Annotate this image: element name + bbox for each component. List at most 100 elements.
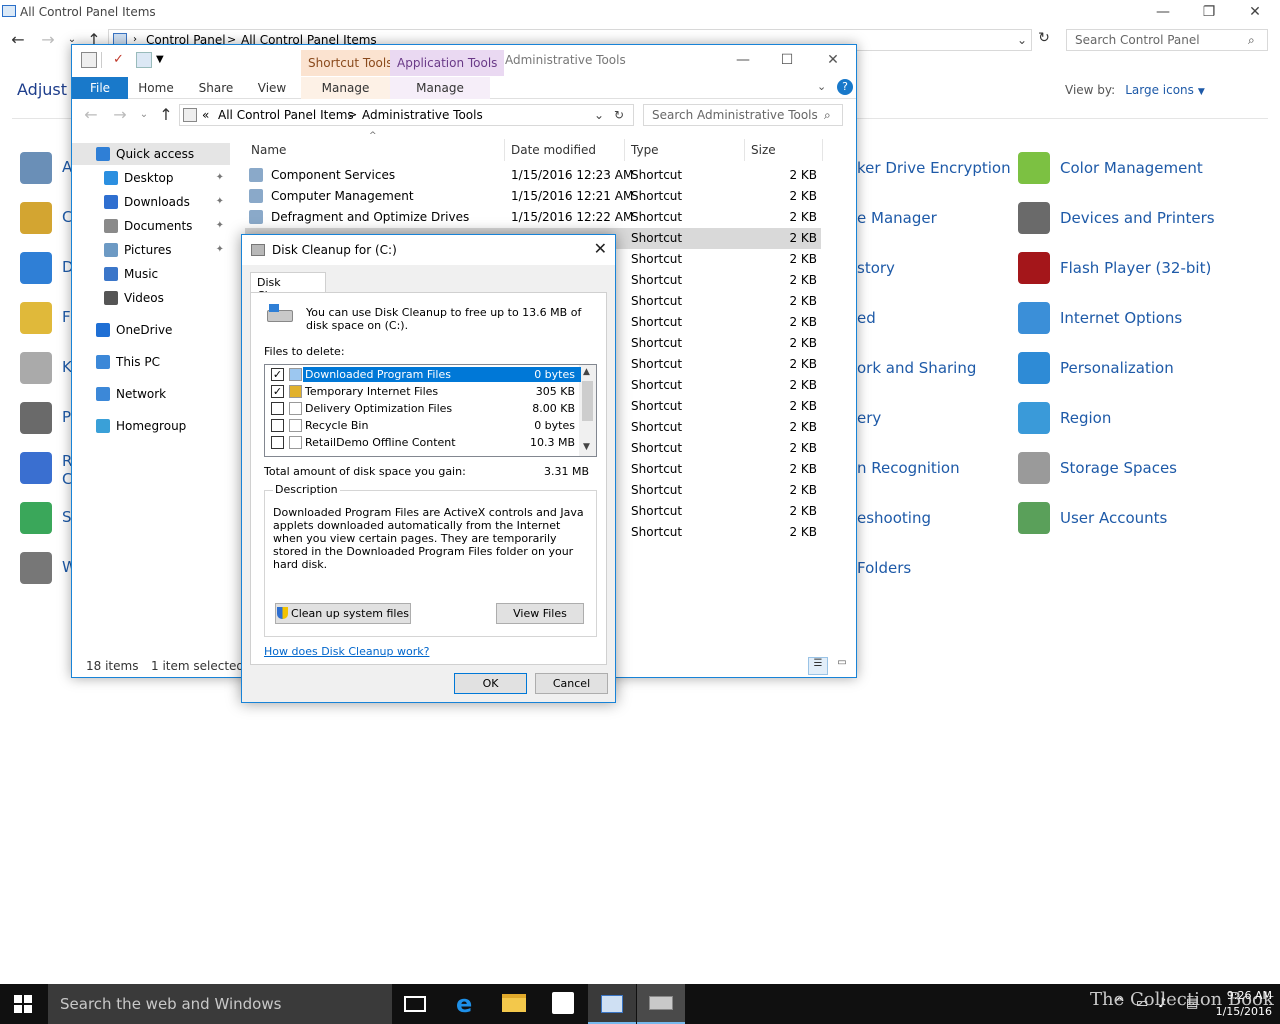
large-icons-view-icon[interactable]: ▭ <box>832 657 852 675</box>
cp-middle-item[interactable]: ork and Sharing <box>857 350 976 386</box>
task-view-icon[interactable] <box>404 996 426 1012</box>
address-segment-admin-tools[interactable]: Administrative Tools <box>362 108 483 122</box>
explorer-back-icon[interactable]: ← <box>81 105 101 124</box>
help-icon[interactable]: ? <box>837 79 853 95</box>
store-icon[interactable] <box>552 992 574 1014</box>
clean-up-system-files-button[interactable]: Clean up system files <box>275 603 411 624</box>
nav-item-videos[interactable]: Videos <box>72 287 230 309</box>
nav-item-downloads[interactable]: Downloads ✦ <box>72 191 230 213</box>
column-size[interactable]: Size <box>745 139 823 161</box>
cleanup-file-row[interactable]: Delivery Optimization Files 8.00 KB <box>265 400 581 417</box>
properties-icon[interactable] <box>81 52 97 68</box>
cleanup-file-row[interactable]: Recycle Bin 0 bytes <box>265 417 581 434</box>
address-dropdown-icon[interactable]: ⌄ <box>1017 33 1027 47</box>
nav-item-desktop[interactable]: Desktop ✦ <box>72 167 230 189</box>
checkbox-unchecked[interactable] <box>271 402 284 415</box>
back-arrow-icon[interactable]: ← <box>8 30 28 49</box>
cp-item-flash-player-32-bit-[interactable]: Flash Player (32-bit) <box>1018 250 1211 286</box>
cleanup-file-row[interactable]: ✓ Downloaded Program Files 0 bytes <box>265 366 581 383</box>
address-segment-all-items[interactable]: All Control Panel Items <box>218 108 354 122</box>
nav-item-network[interactable]: Network <box>72 383 230 405</box>
pin-icon[interactable]: ✦ <box>216 244 224 255</box>
system-clock[interactable]: 9:26 AM 1/15/2016 <box>1216 988 1272 1020</box>
disk-cleanup-help-link[interactable]: How does Disk Cleanup work? <box>264 645 429 658</box>
view-files-button[interactable]: View Files <box>496 603 584 624</box>
qat-dropdown-icon[interactable]: ▼ <box>156 54 172 70</box>
explorer-minimize-button[interactable]: — <box>720 48 766 72</box>
forward-arrow-icon[interactable]: → <box>38 30 58 49</box>
column-type[interactable]: Type <box>625 139 745 161</box>
ribbon-tab-manage-application[interactable]: Manage <box>390 77 490 99</box>
cp-item-region[interactable]: Region <box>1018 400 1111 436</box>
explorer-search-input[interactable]: Search Administrative Tools <box>643 104 843 126</box>
ribbon-tab-home[interactable]: Home <box>134 77 178 99</box>
new-folder-icon[interactable] <box>136 52 152 68</box>
application-tools-tab[interactable]: Application Tools <box>390 50 505 76</box>
file-row[interactable]: Component Services 1/15/2016 12:23 AM Shor… <box>245 165 821 186</box>
scroll-thumb[interactable] <box>582 381 593 421</box>
ribbon-expand-icon[interactable]: ⌄ <box>817 80 826 93</box>
ribbon-tab-view[interactable]: View <box>250 77 294 99</box>
ribbon-tab-manage-shortcut[interactable]: Manage <box>301 77 390 99</box>
scroll-down-icon[interactable]: ▼ <box>583 442 590 452</box>
cleanup-file-row[interactable]: ✓ Temporary Internet Files 305 KB <box>265 383 581 400</box>
cp-restore-button[interactable]: ❐ <box>1186 0 1232 24</box>
explorer-address-bar[interactable]: « All Control Panel Items > Administrati… <box>179 104 634 126</box>
nav-item-music[interactable]: Music <box>72 263 230 285</box>
cp-middle-item[interactable]: ker Drive Encryption <box>857 150 1011 186</box>
tab-disk-cleanup[interactable]: Disk Cleanup <box>250 272 326 302</box>
checkbox-checked[interactable]: ✓ <box>271 368 284 381</box>
cp-search-input[interactable]: Search Control Panel <box>1066 29 1268 51</box>
scroll-up-icon[interactable]: ▲ <box>583 367 590 377</box>
cp-left-item-label[interactable]: P <box>62 408 71 426</box>
shortcut-tools-tab[interactable]: Shortcut Tools <box>301 50 400 76</box>
cp-item-storage-spaces[interactable]: Storage Spaces <box>1018 450 1177 486</box>
checkbox-checked[interactable]: ✓ <box>271 385 284 398</box>
explorer-maximize-button[interactable]: ☐ <box>764 48 810 72</box>
taskbar-control-panel-active[interactable] <box>588 984 636 1024</box>
nav-item-documents[interactable]: Documents ✦ <box>72 215 230 237</box>
explorer-recent-icon[interactable]: ⌄ <box>134 109 154 120</box>
files-list-scrollbar[interactable]: ▲ ▼ <box>579 365 596 456</box>
taskbar-disk-cleanup-active[interactable] <box>637 984 685 1024</box>
explorer-refresh-icon[interactable]: ↻ <box>614 108 624 122</box>
cp-middle-item[interactable]: Folders <box>857 550 911 586</box>
pin-icon[interactable]: ✦ <box>216 172 224 183</box>
cp-item-user-accounts[interactable]: User Accounts <box>1018 500 1167 536</box>
cp-search-icon[interactable]: ⌕ <box>1248 33 1255 48</box>
pin-icon[interactable]: ✦ <box>216 220 224 231</box>
nav-item-quick-access[interactable]: Quick access <box>72 143 230 165</box>
cp-middle-item[interactable]: e Manager <box>857 200 937 236</box>
cp-item-color-management[interactable]: Color Management <box>1018 150 1203 186</box>
cp-item-internet-options[interactable]: Internet Options <box>1018 300 1182 336</box>
cp-item-devices-and-printers[interactable]: Devices and Printers <box>1018 200 1215 236</box>
cleanup-file-row[interactable]: RetailDemo Offline Content 10.3 MB <box>265 434 581 451</box>
ribbon-tab-share[interactable]: Share <box>194 77 238 99</box>
file-explorer-icon[interactable] <box>502 994 526 1012</box>
explorer-close-button[interactable]: ✕ <box>810 48 856 72</box>
ribbon-tab-file[interactable]: File <box>72 77 128 99</box>
column-name[interactable]: Name <box>245 139 505 161</box>
checkbox-unchecked[interactable] <box>271 419 284 432</box>
cp-middle-item[interactable]: ed <box>857 300 876 336</box>
cancel-button[interactable]: Cancel <box>535 673 608 694</box>
file-row[interactable]: Computer Management 1/15/2016 12:21 AM Sho… <box>245 186 821 207</box>
taskbar-search-box[interactable]: Search the web and Windows <box>48 984 392 1024</box>
refresh-icon[interactable]: ↻ <box>1034 30 1054 46</box>
cp-middle-item[interactable]: story <box>857 250 895 286</box>
cp-close-button[interactable]: ✕ <box>1232 0 1278 24</box>
nav-item-onedrive[interactable]: OneDrive <box>72 319 230 341</box>
nav-item-this-pc[interactable]: This PC <box>72 351 230 373</box>
explorer-up-icon[interactable]: ↑ <box>156 105 176 124</box>
cp-middle-item[interactable]: ery <box>857 400 881 436</box>
files-to-delete-list[interactable]: ▲ ▼ ✓ Downloaded Program Files 0 bytes ✓ Tem… <box>264 364 597 457</box>
cp-middle-item[interactable]: n Recognition <box>857 450 960 486</box>
view-by-dropdown[interactable]: Large icons <box>1125 83 1194 97</box>
ok-button[interactable]: OK <box>454 673 527 694</box>
address-overflow-chevron[interactable]: « <box>202 108 209 122</box>
start-windows-icon[interactable] <box>14 995 32 1013</box>
pin-icon[interactable]: ✦ <box>216 196 224 207</box>
details-view-icon[interactable]: ☰ <box>808 657 828 675</box>
nav-item-homegroup[interactable]: Homegroup <box>72 415 230 437</box>
explorer-search-icon[interactable]: ⌕ <box>824 108 831 123</box>
